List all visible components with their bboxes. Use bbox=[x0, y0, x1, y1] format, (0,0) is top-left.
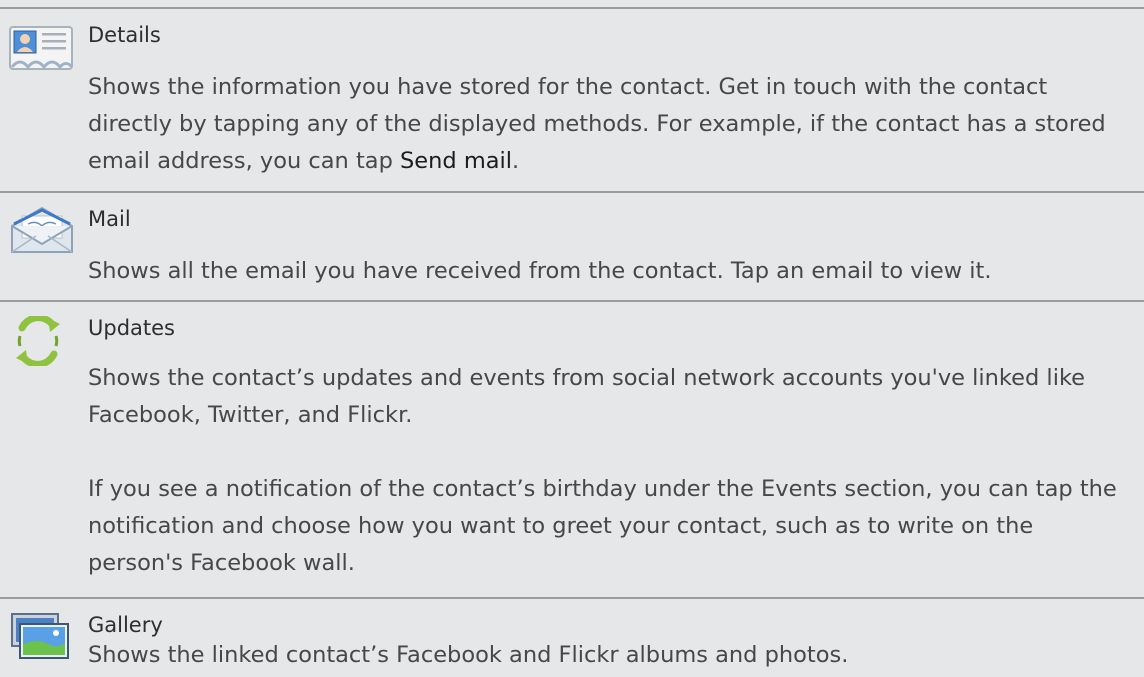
feature-table: Details Shows the information you have s… bbox=[0, 0, 1144, 677]
refresh-icon bbox=[8, 316, 76, 366]
details-title: Details bbox=[88, 23, 161, 47]
gallery-description: Shows the linked contact’s Facebook and … bbox=[88, 642, 849, 668]
details-description-end: . bbox=[512, 148, 520, 174]
row-divider bbox=[0, 7, 1144, 9]
details-description: Shows the information you have stored fo… bbox=[88, 69, 1133, 180]
envelope-icon bbox=[8, 206, 76, 256]
row-divider bbox=[0, 300, 1144, 302]
updates-description: Shows the contact’s updates and events f… bbox=[88, 365, 1086, 428]
gallery-title: Gallery bbox=[88, 613, 163, 637]
updates-title: Updates bbox=[88, 316, 175, 340]
send-mail-label: Send mail bbox=[400, 148, 513, 174]
mail-title: Mail bbox=[88, 207, 131, 231]
gallery-icon bbox=[8, 612, 76, 662]
row-divider bbox=[0, 191, 1144, 193]
mail-description: Shows all the email you have received fr… bbox=[88, 258, 992, 284]
updates-birthday-note: If you see a notification of the contact… bbox=[88, 476, 1117, 576]
contact-card-icon bbox=[8, 24, 76, 74]
details-description-text: Shows the information you have stored fo… bbox=[88, 74, 1106, 174]
row-divider bbox=[0, 597, 1144, 599]
